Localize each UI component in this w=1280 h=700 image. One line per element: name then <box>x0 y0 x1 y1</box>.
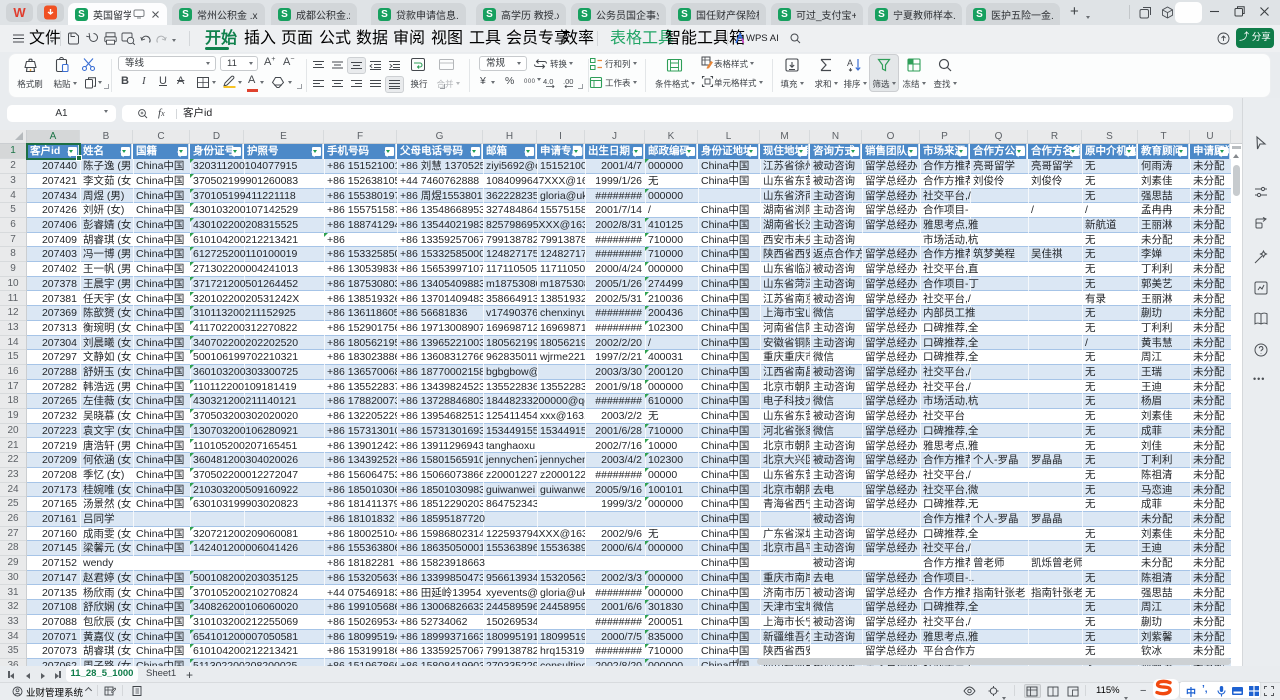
svg-text:.00: .00 <box>563 77 573 86</box>
svg-text:4.0: 4.0 <box>543 77 553 86</box>
svg-text:A: A <box>847 58 853 68</box>
svg-text:W: W <box>13 5 26 20</box>
